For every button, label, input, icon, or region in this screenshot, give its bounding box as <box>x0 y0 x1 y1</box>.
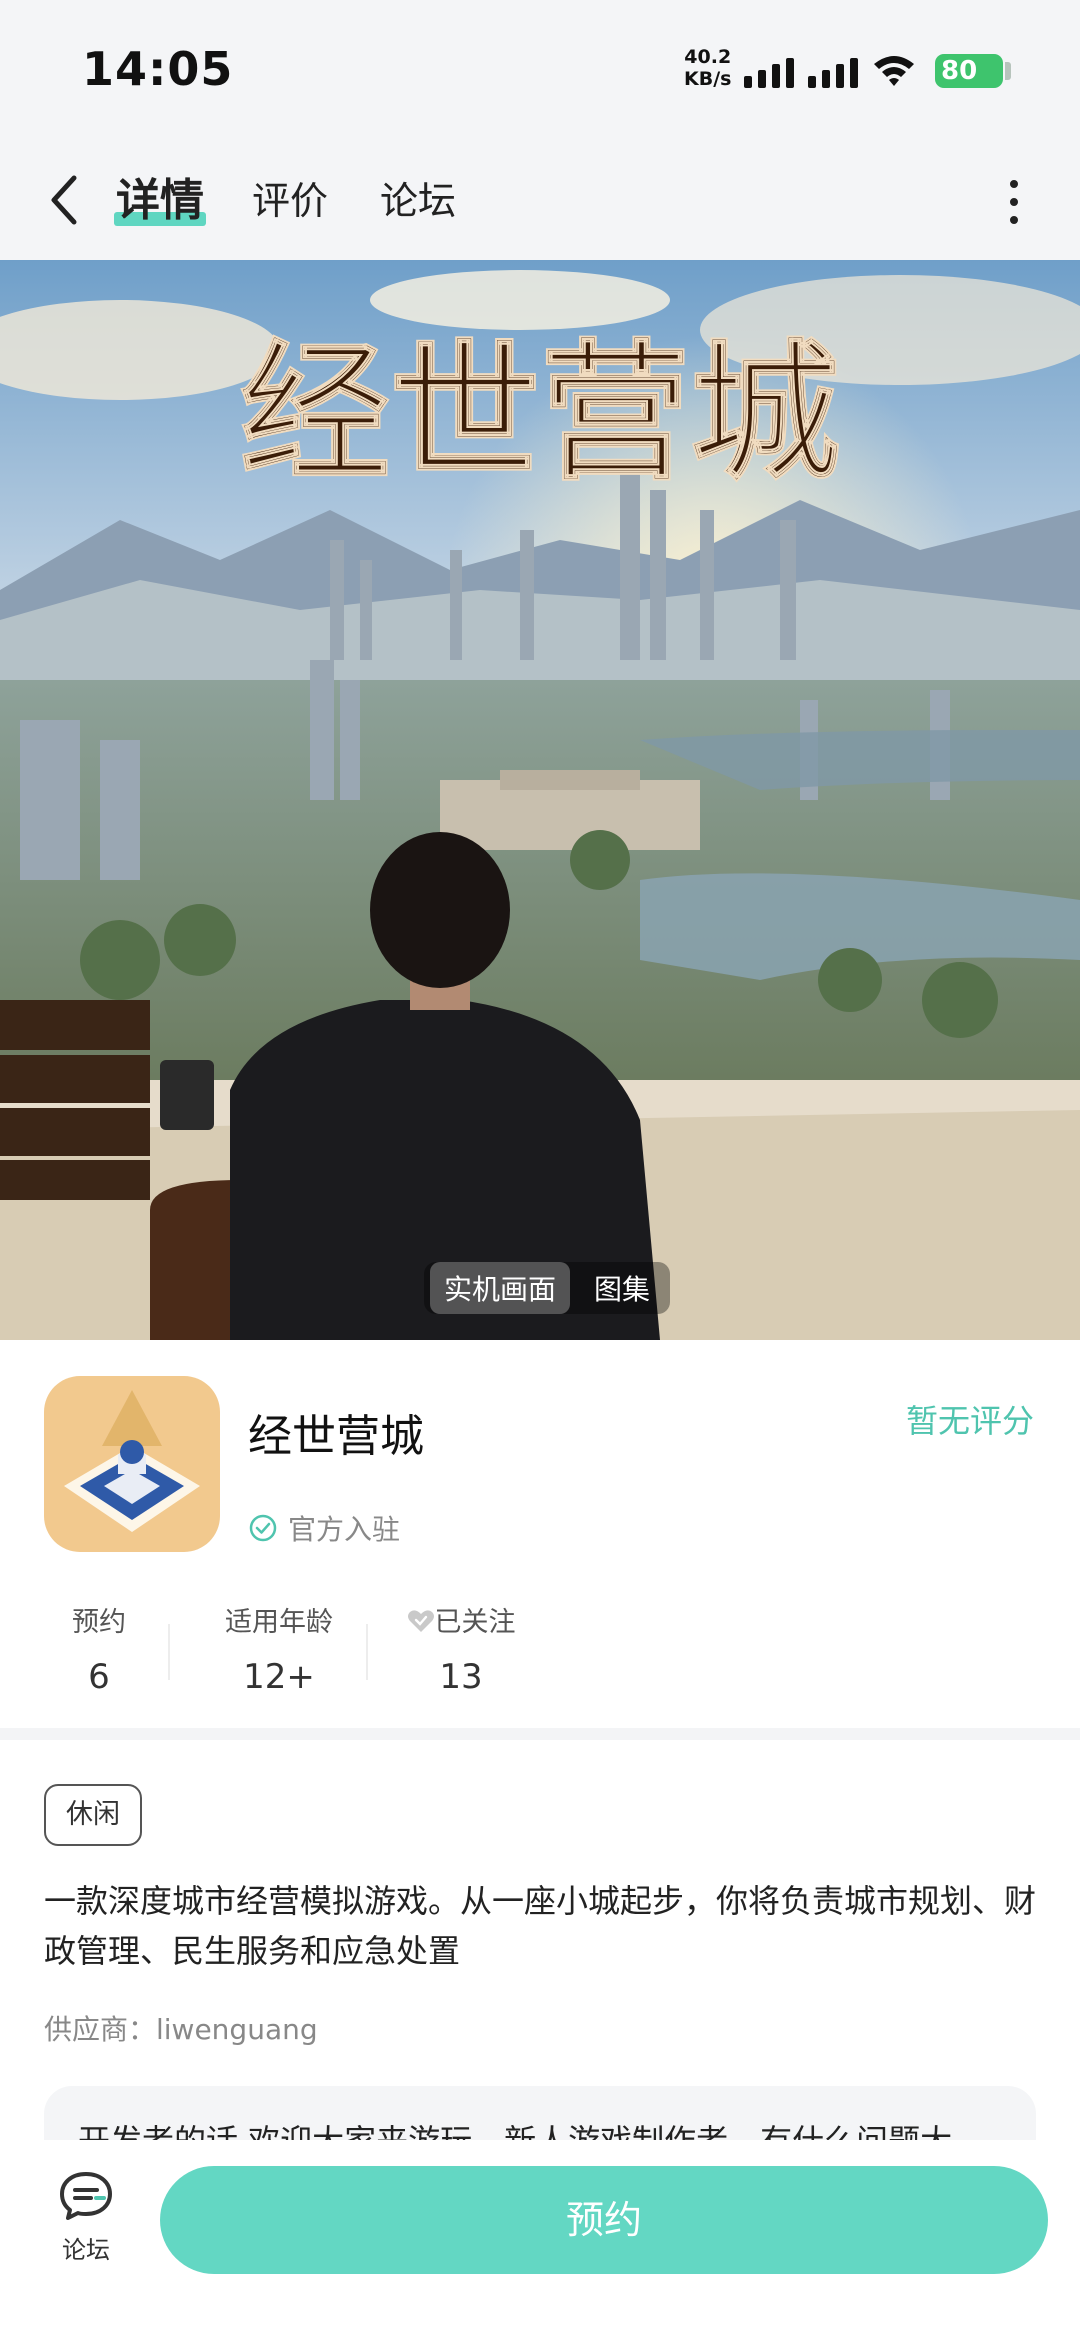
verified-icon <box>249 1514 277 1542</box>
app-description: 一款深度城市经营模拟游戏。从一座小城起步，你将负责城市规划、财政管理、民生服务和… <box>44 1882 1037 1970</box>
bottom-action-bar: 论坛 预约 <box>0 2140 1080 2339</box>
stat-value: 12+ <box>243 1657 315 1697</box>
hero-image: 经世营城 <box>0 260 1080 1340</box>
wifi-icon <box>874 56 914 86</box>
forum-chat-icon <box>60 2172 112 2220</box>
chevron-left-icon[interactable] <box>40 168 96 232</box>
app-name: 经世营城 <box>248 1411 424 1462</box>
tab-reviews[interactable]: 评价 <box>252 170 328 225</box>
heart-icon <box>407 1610 434 1632</box>
app-stats: 预约 6 适用年龄 12+ 已关注 13 <box>44 1600 644 1700</box>
network-speed: 40.2 KB/s <box>684 46 731 90</box>
media-tab-gameplay[interactable]: 实机画面 <box>430 1262 571 1314</box>
hero-banner[interactable]: 经世营城 <box>0 260 1080 1340</box>
forum-label: 论坛 <box>62 2236 110 2264</box>
stat-followers[interactable]: 已关注 13 <box>396 1600 526 1697</box>
app-icon <box>44 1376 220 1552</box>
stat-label: 适用年龄 <box>225 1607 333 1638</box>
stat-divider <box>366 1624 368 1680</box>
status-time: 14:05 <box>82 42 234 96</box>
battery-icon: 80 <box>935 54 1003 88</box>
network-speed-value: 40.2 <box>684 46 732 68</box>
signal-icon <box>744 56 794 88</box>
media-tab-gallery[interactable]: 图集 <box>580 1262 664 1314</box>
status-bar: 14:05 40.2 KB/s 80 <box>0 0 1080 140</box>
stat-divider <box>168 1624 170 1680</box>
tab-forum[interactable]: 论坛 <box>380 170 456 225</box>
stat-reservations: 预约 6 <box>44 1600 154 1697</box>
network-speed-unit: KB/s <box>684 68 732 90</box>
stat-value: 6 <box>88 1657 110 1697</box>
stat-value: 13 <box>439 1657 483 1697</box>
official-badge: 官方入驻 <box>248 1508 400 1548</box>
developer-note-text: 开发者的话 欢迎大家来游玩，新人游戏制作者，有什么问题大 <box>78 2122 953 2142</box>
media-toggle: 实机画面 图集 <box>424 1262 671 1314</box>
rating-text: 暂无评分 <box>906 1402 1035 1440</box>
section-divider <box>0 1728 1080 1740</box>
stat-label: 预约 <box>72 1607 126 1638</box>
reserve-button[interactable]: 预约 <box>160 2166 1048 2274</box>
more-vertical-icon[interactable] <box>1000 174 1028 230</box>
supplier-info: 供应商：liwenguang <box>44 2013 318 2046</box>
stat-label: 已关注 <box>396 1600 526 1639</box>
forum-button[interactable]: 论坛 <box>40 2170 132 2280</box>
official-label: 官方入驻 <box>288 1513 401 1546</box>
battery-cap <box>1005 62 1011 80</box>
stat-age-rating: 适用年龄 12+ <box>194 1600 364 1697</box>
genre-tag[interactable]: 休闲 <box>44 1784 142 1846</box>
top-nav: 详情 评价 论坛 <box>0 140 1080 260</box>
tab-detail[interactable]: 详情 <box>116 164 204 228</box>
hero-title-art: 经世营城 <box>240 325 840 501</box>
developer-note-card[interactable]: 开发者的话 欢迎大家来游玩，新人游戏制作者，有什么问题大 <box>44 2086 1036 2142</box>
signal-icon <box>808 56 858 88</box>
